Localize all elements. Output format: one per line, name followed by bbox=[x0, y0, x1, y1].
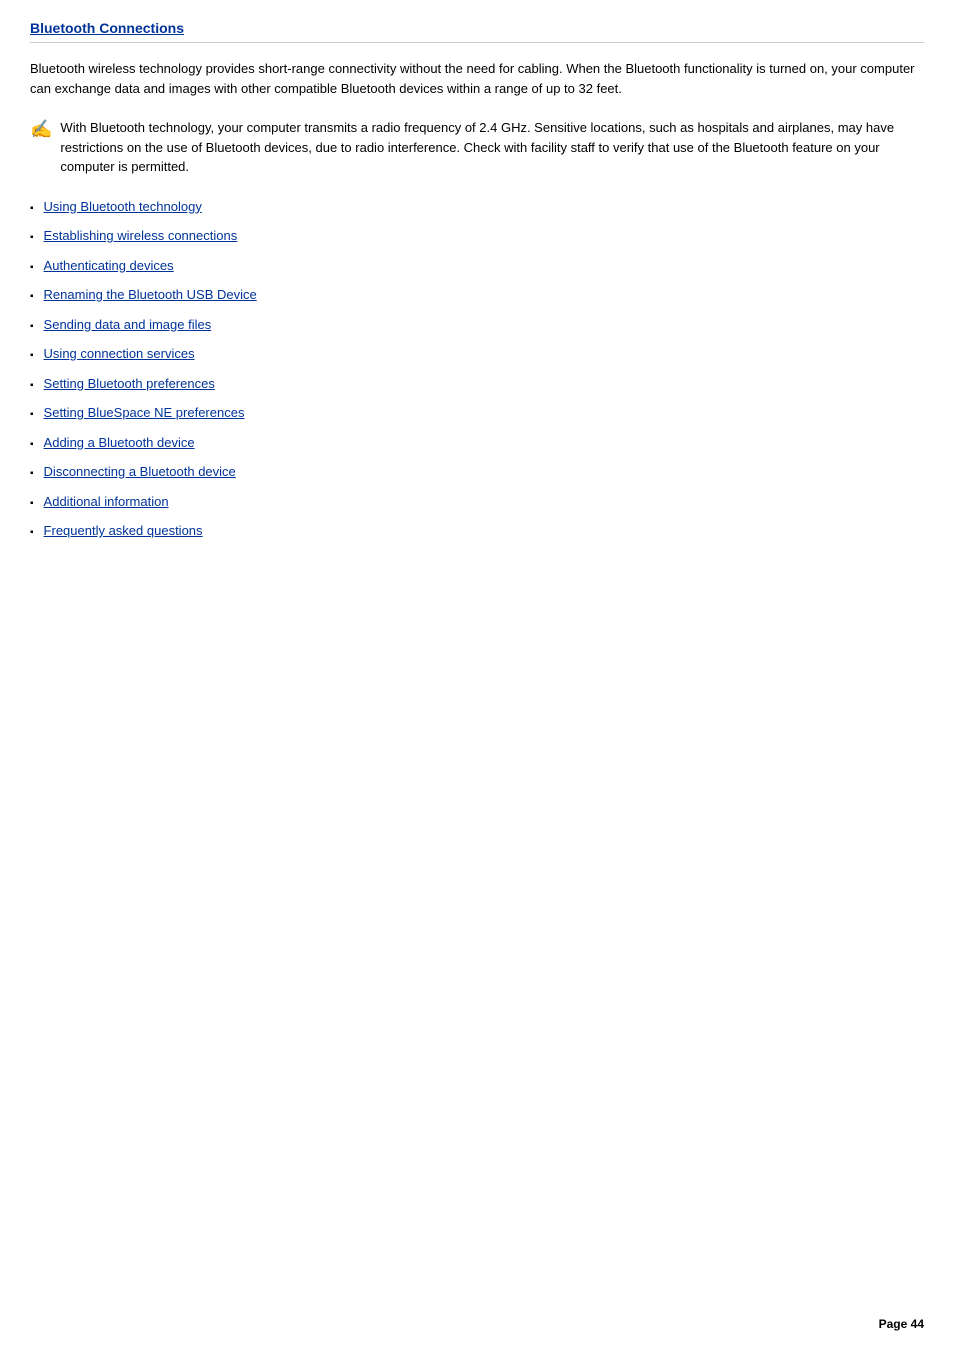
bullet-icon: ▪ bbox=[30, 466, 34, 481]
link-6[interactable]: Setting Bluetooth preferences bbox=[44, 374, 215, 394]
page-number: Page 44 bbox=[879, 1317, 924, 1331]
link-5[interactable]: Using connection services bbox=[44, 344, 195, 364]
note-icon: ✍ bbox=[30, 116, 52, 143]
page-container: Bluetooth Connections Bluetooth wireless… bbox=[0, 0, 954, 591]
list-item: ▪ Adding a Bluetooth device bbox=[30, 433, 924, 453]
bullet-icon: ▪ bbox=[30, 289, 34, 304]
bullet-icon: ▪ bbox=[30, 348, 34, 363]
link-1[interactable]: Establishing wireless connections bbox=[44, 226, 238, 246]
list-item: ▪ Disconnecting a Bluetooth device bbox=[30, 462, 924, 482]
intro-paragraph: Bluetooth wireless technology provides s… bbox=[30, 59, 924, 98]
list-item: ▪ Frequently asked questions bbox=[30, 521, 924, 541]
list-item: ▪ Authenticating devices bbox=[30, 256, 924, 276]
link-7[interactable]: Setting BlueSpace NE preferences bbox=[44, 403, 245, 423]
list-item: ▪ Setting Bluetooth preferences bbox=[30, 374, 924, 394]
link-11[interactable]: Frequently asked questions bbox=[44, 521, 203, 541]
list-item: ▪ Renaming the Bluetooth USB Device bbox=[30, 285, 924, 305]
list-item: ▪ Setting BlueSpace NE preferences bbox=[30, 403, 924, 423]
list-item: ▪ Additional information bbox=[30, 492, 924, 512]
link-3[interactable]: Renaming the Bluetooth USB Device bbox=[44, 285, 257, 305]
link-8[interactable]: Adding a Bluetooth device bbox=[44, 433, 195, 453]
bullet-icon: ▪ bbox=[30, 319, 34, 334]
link-10[interactable]: Additional information bbox=[44, 492, 169, 512]
bullet-icon: ▪ bbox=[30, 437, 34, 452]
link-4[interactable]: Sending data and image files bbox=[44, 315, 212, 335]
link-list: ▪ Using Bluetooth technology ▪ Establishing… bbox=[30, 197, 924, 541]
list-item: ▪ Establishing wireless connections bbox=[30, 226, 924, 246]
list-item: ▪ Using Bluetooth technology bbox=[30, 197, 924, 217]
list-item: ▪ Sending data and image files bbox=[30, 315, 924, 335]
bullet-icon: ▪ bbox=[30, 201, 34, 216]
note-box: ✍ With Bluetooth technology, your comput… bbox=[30, 118, 924, 177]
bullet-icon: ▪ bbox=[30, 407, 34, 422]
bullet-icon: ▪ bbox=[30, 378, 34, 393]
note-text: With Bluetooth technology, your computer… bbox=[60, 118, 924, 177]
link-2[interactable]: Authenticating devices bbox=[44, 256, 174, 276]
link-0[interactable]: Using Bluetooth technology bbox=[44, 197, 202, 217]
list-item: ▪ Using connection services bbox=[30, 344, 924, 364]
bullet-icon: ▪ bbox=[30, 230, 34, 245]
link-9[interactable]: Disconnecting a Bluetooth device bbox=[44, 462, 236, 482]
bullet-icon: ▪ bbox=[30, 260, 34, 275]
bullet-icon: ▪ bbox=[30, 525, 34, 540]
bullet-icon: ▪ bbox=[30, 496, 34, 511]
page-title: Bluetooth Connections bbox=[30, 20, 924, 43]
